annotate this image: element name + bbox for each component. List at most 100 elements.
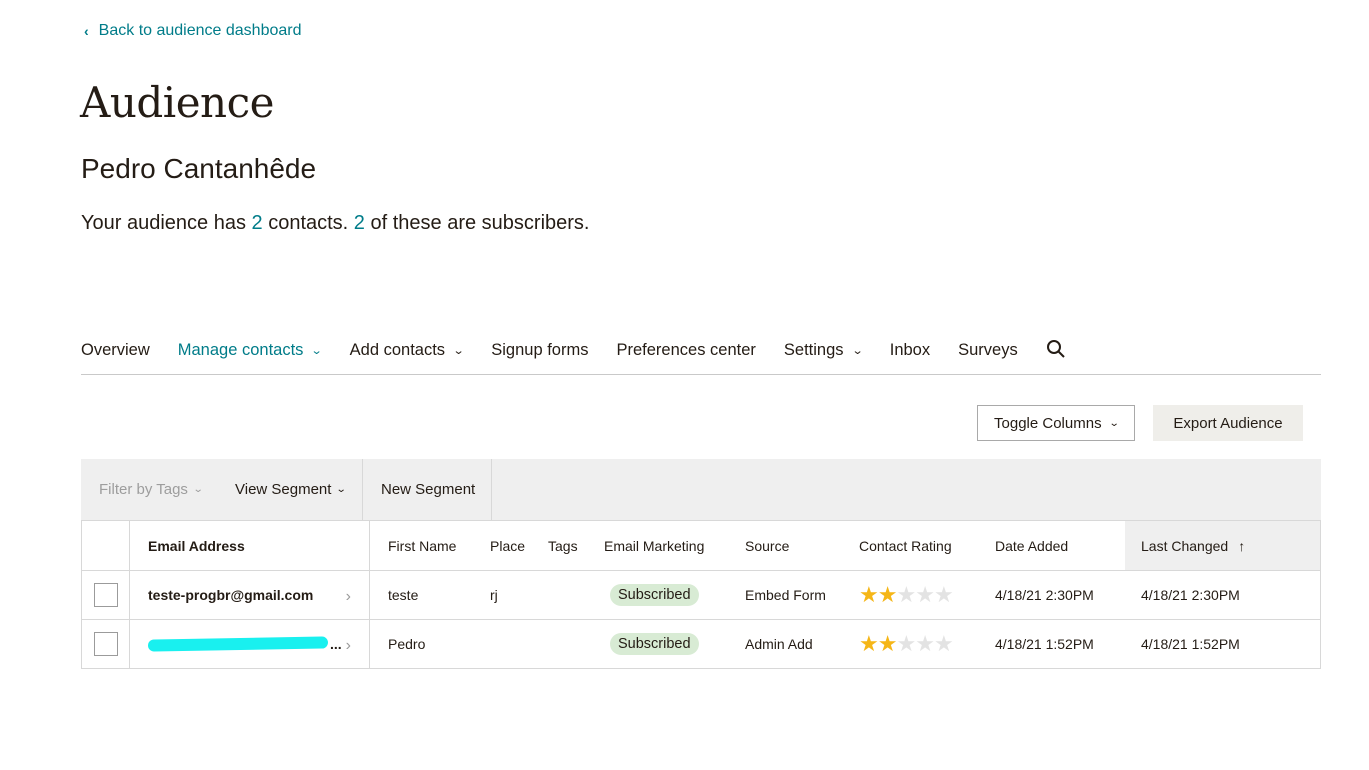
nav-item-label: Settings bbox=[783, 341, 844, 359]
column-header-last-changed-label: Last Changed bbox=[1141, 537, 1229, 554]
last-changed-cell: 4/18/21 2:30PM bbox=[1141, 587, 1240, 603]
column-header-first-name[interactable]: First Name bbox=[370, 521, 472, 570]
filter-by-tags-dropdown[interactable]: Filter by Tags ⌄ bbox=[81, 459, 217, 520]
chevron-down-icon: ⌄ bbox=[1108, 417, 1120, 429]
star-rating: ★ ★ ★ ★ ★ bbox=[859, 631, 954, 656]
segment-toolbar: Filter by Tags ⌄ View Segment ⌄ New Segm… bbox=[81, 459, 1321, 520]
row-checkbox-cell bbox=[82, 571, 130, 619]
chevron-left-icon: ‹ bbox=[84, 23, 89, 39]
star-filled-icon: ★ bbox=[877, 631, 898, 656]
nav-item-preferences-center[interactable]: Preferences center bbox=[616, 330, 755, 360]
email-ellipsis: ... bbox=[330, 636, 342, 652]
place-cell bbox=[472, 620, 540, 668]
first-name-cell: teste bbox=[388, 587, 419, 603]
column-header-last-changed[interactable]: Last Changed ↑ bbox=[1125, 521, 1320, 570]
date-added-cell: 4/18/21 2:30PM bbox=[995, 587, 1094, 603]
chevron-right-icon[interactable]: › bbox=[346, 637, 351, 655]
column-header-place[interactable]: Place bbox=[472, 521, 540, 570]
column-header-date-added[interactable]: Date Added bbox=[995, 521, 1125, 570]
export-audience-label: Export Audience bbox=[1173, 414, 1283, 432]
filter-by-tags-label: Filter by Tags bbox=[99, 481, 188, 498]
place-cell: rj bbox=[490, 587, 498, 603]
summary-prefix: Your audience has bbox=[81, 212, 252, 234]
status-badge: Subscribed bbox=[610, 584, 699, 606]
nav-item-label: Signup forms bbox=[491, 341, 589, 359]
contact-rating-cell: ★ ★ ★ ★ ★ bbox=[859, 620, 995, 668]
column-header-contact-rating[interactable]: Contact Rating bbox=[859, 521, 995, 570]
first-name-cell: Pedro bbox=[388, 636, 426, 652]
star-empty-icon: ★ bbox=[933, 631, 954, 656]
date-added-cell: 4/18/21 1:52PM bbox=[995, 636, 1094, 652]
email-cell[interactable]: teste-progbr@gmail.com › bbox=[130, 571, 370, 619]
search-icon[interactable] bbox=[1046, 330, 1066, 364]
chevron-down-icon: ⌄ bbox=[192, 484, 204, 495]
status-badge: Subscribed bbox=[610, 633, 699, 655]
audience-summary: Your audience has 2 contacts. 2 of these… bbox=[81, 212, 589, 235]
view-segment-dropdown[interactable]: View Segment ⌄ bbox=[217, 459, 362, 520]
nav-item-label: Overview bbox=[81, 341, 150, 359]
new-segment-button[interactable]: New Segment bbox=[362, 459, 492, 520]
source-cell: Embed Form bbox=[745, 587, 826, 603]
view-segment-label: View Segment bbox=[235, 481, 332, 498]
column-header-email[interactable]: Email Address bbox=[130, 521, 370, 570]
audience-name: Pedro Cantanhêde bbox=[81, 153, 317, 184]
table-row[interactable]: teste-progbr@gmail.com › teste rj Subscr… bbox=[82, 570, 1320, 619]
export-audience-button[interactable]: Export Audience bbox=[1153, 405, 1303, 441]
back-link-label: Back to audience dashboard bbox=[98, 22, 302, 39]
new-segment-label: New Segment bbox=[381, 481, 476, 498]
tags-cell bbox=[540, 571, 604, 619]
nav-item-label: Add contacts bbox=[349, 341, 446, 359]
nav-item-surveys[interactable]: Surveys bbox=[958, 330, 1018, 360]
contacts-table: Email Address First Name Place Tags Emai… bbox=[81, 520, 1321, 669]
star-empty-icon: ★ bbox=[896, 631, 917, 656]
header-checkbox-cell bbox=[82, 521, 130, 570]
email-address[interactable]: teste-progbr@gmail.com bbox=[148, 587, 313, 603]
table-header-row: Email Address First Name Place Tags Emai… bbox=[82, 520, 1320, 570]
chevron-down-icon: ⌄ bbox=[336, 484, 348, 495]
chevron-down-icon: ⌄ bbox=[311, 345, 324, 357]
arrow-up-icon: ↑ bbox=[1238, 537, 1246, 554]
nav-item-label: Surveys bbox=[958, 341, 1018, 359]
chevron-down-icon: ⌄ bbox=[851, 345, 864, 357]
column-header-tags[interactable]: Tags bbox=[540, 521, 604, 570]
subscribers-count[interactable]: 2 bbox=[354, 212, 365, 234]
column-header-source[interactable]: Source bbox=[745, 521, 859, 570]
nav-item-signup-forms[interactable]: Signup forms bbox=[491, 330, 588, 360]
nav-item-inbox[interactable]: Inbox bbox=[890, 330, 930, 360]
chevron-down-icon: ⌄ bbox=[452, 345, 465, 357]
last-changed-cell: 4/18/21 1:52PM bbox=[1141, 636, 1240, 652]
toggle-columns-button[interactable]: Toggle Columns ⌄ bbox=[977, 405, 1135, 441]
chevron-right-icon[interactable]: › bbox=[346, 588, 351, 606]
summary-suffix: of these are subscribers. bbox=[364, 212, 590, 234]
nav-item-add-contacts[interactable]: Add contacts ⌄ bbox=[349, 330, 465, 360]
nav-item-label: Manage contacts bbox=[177, 341, 304, 359]
audience-nav: Overview Manage contacts ⌄ Add contacts ⌄ … bbox=[81, 330, 1321, 375]
table-row[interactable]: ... › Pedro Subscribed Admin Add ★ ★ ★ ★ ★ 4… bbox=[82, 619, 1320, 668]
star-empty-icon: ★ bbox=[933, 582, 954, 607]
nav-item-settings[interactable]: Settings ⌄ bbox=[783, 330, 864, 360]
star-empty-icon: ★ bbox=[896, 582, 917, 607]
toggle-columns-label: Toggle Columns bbox=[994, 414, 1102, 432]
star-empty-icon: ★ bbox=[915, 631, 935, 656]
email-cell[interactable]: ... › bbox=[130, 620, 370, 668]
contacts-count[interactable]: 2 bbox=[252, 212, 263, 234]
nav-item-label: Preferences center bbox=[616, 341, 756, 359]
email-marketing-cell: Subscribed bbox=[604, 571, 745, 619]
star-filled-icon: ★ bbox=[859, 582, 879, 607]
nav-item-manage-contacts[interactable]: Manage contacts ⌄ bbox=[177, 330, 324, 360]
source-cell: Admin Add bbox=[745, 636, 813, 652]
contact-rating-cell: ★ ★ ★ ★ ★ bbox=[859, 571, 995, 619]
star-empty-icon: ★ bbox=[915, 582, 935, 607]
row-checkbox[interactable] bbox=[93, 583, 118, 607]
page-title: Audience bbox=[80, 78, 274, 127]
row-checkbox-cell bbox=[82, 620, 130, 668]
summary-middle: contacts. bbox=[262, 212, 354, 234]
star-rating: ★ ★ ★ ★ ★ bbox=[859, 582, 954, 607]
row-checkbox[interactable] bbox=[93, 632, 118, 656]
nav-item-overview[interactable]: Overview bbox=[81, 330, 150, 360]
redacted-email bbox=[147, 636, 329, 652]
star-filled-icon: ★ bbox=[877, 582, 898, 607]
column-header-email-marketing[interactable]: Email Marketing bbox=[604, 521, 745, 570]
nav-item-label: Inbox bbox=[889, 341, 931, 359]
back-to-dashboard-link[interactable]: ‹ Back to audience dashboard bbox=[84, 22, 301, 40]
